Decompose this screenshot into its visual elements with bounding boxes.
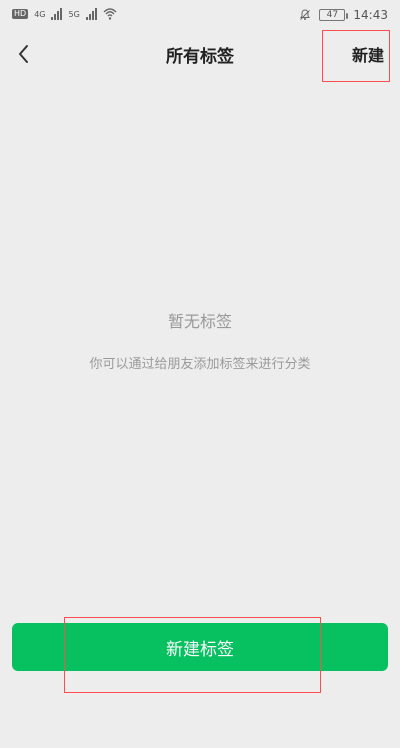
empty-state-title: 暂无标签 xyxy=(167,312,232,331)
status-left: HD 4G 5G xyxy=(12,8,117,20)
navigation-bar: 所有标签 新建 xyxy=(0,30,400,78)
new-tag-button[interactable]: 新建标签 xyxy=(12,623,388,671)
new-tag-button-label: 新建标签 xyxy=(166,639,234,660)
network-5g-label: 5G xyxy=(68,9,80,19)
hd-badge: HD xyxy=(12,9,29,19)
status-bar: HD 4G 5G 47 14:43 xyxy=(0,0,400,30)
battery-icon: 47 xyxy=(319,9,349,21)
battery-level: 47 xyxy=(326,10,339,20)
signal-icon-2 xyxy=(85,8,97,20)
empty-state-description: 你可以通过给朋友添加标签来进行分类 xyxy=(89,357,311,372)
page-title: 所有标签 xyxy=(166,47,234,67)
new-tag-link[interactable]: 新建 xyxy=(352,42,384,66)
wifi-icon xyxy=(103,8,117,20)
signal-icon xyxy=(51,8,63,20)
all-tags-screen: HD 4G 5G 47 14:43 所有标签 新建 暂无标签 你可以通过给朋友添… xyxy=(0,0,400,748)
status-right: 47 14:43 xyxy=(299,8,388,22)
time: 14:43 xyxy=(353,8,388,22)
network-4g-label: 4G xyxy=(34,9,46,19)
mute-icon xyxy=(299,9,311,21)
